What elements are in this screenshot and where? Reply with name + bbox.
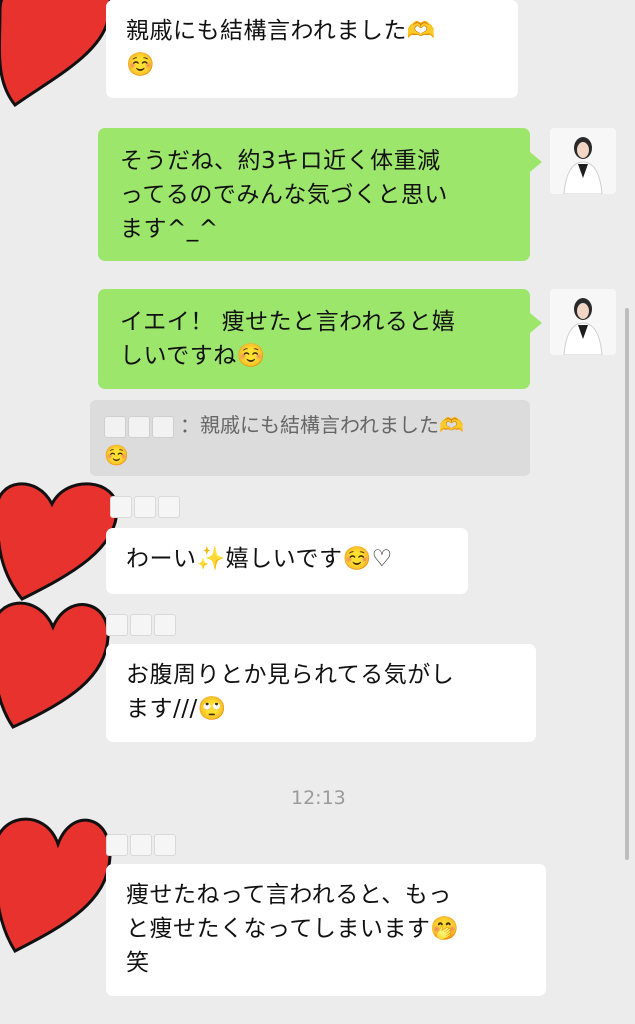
incoming-message-bubble[interactable]: 痩せたねって言われると、もっ と痩せたくなってしまいます🤭 笑 [106,864,546,996]
heart-sticker-3 [0,592,113,732]
incoming-message-bubble[interactable]: 親戚にも結構言われました🫶 ☺️ [106,0,518,98]
incoming-message-bubble[interactable]: お腹周りとか見られてる気がし ます///🙄 [106,644,536,742]
message-text: わーい✨嬉しいです☺️♡ [126,546,393,572]
scrollbar[interactable] [625,308,629,860]
message-text: お腹周りとか見られてる気がし ます///🙄 [126,662,455,722]
heart-sticker-1 [0,0,110,110]
heart-sticker-2 [0,474,122,604]
quoted-message[interactable]: ：親戚にも結構言われました🫶 ☺️ [90,400,530,476]
quoted-sender-name-redacted [104,415,174,438]
timestamp: 12:13 [291,787,346,809]
avatar[interactable] [550,128,616,194]
quote-separator: ： [180,413,200,437]
outgoing-message-bubble[interactable]: そうだね、約3キロ近く体重減 ってるのでみんな気づくと思い ます^_^ [98,128,542,261]
sender-name-redacted [106,614,176,636]
incoming-message-bubble[interactable]: わーい✨嬉しいです☺️♡ [106,528,468,594]
heart-sticker-4 [0,806,115,956]
profile-photo-icon [550,128,616,194]
avatar[interactable] [550,289,616,355]
message-text: 痩せたねって言われると、もっ と痩せたくなってしまいます🤭 笑 [126,882,460,976]
message-text: イエイ！ 痩せたと言われると嬉 しいですね☺️ [120,309,456,369]
message-text: そうだね、約3キロ近く体重減 ってるのでみんな気づくと思い ます^_^ [120,148,448,242]
sender-name-redacted [106,834,176,856]
profile-photo-icon [550,289,616,355]
sender-name-redacted [110,496,180,518]
message-text: 親戚にも結構言われました🫶 ☺️ [126,18,436,78]
outgoing-message-bubble[interactable]: イエイ！ 痩せたと言われると嬉 しいですね☺️ [98,289,542,389]
